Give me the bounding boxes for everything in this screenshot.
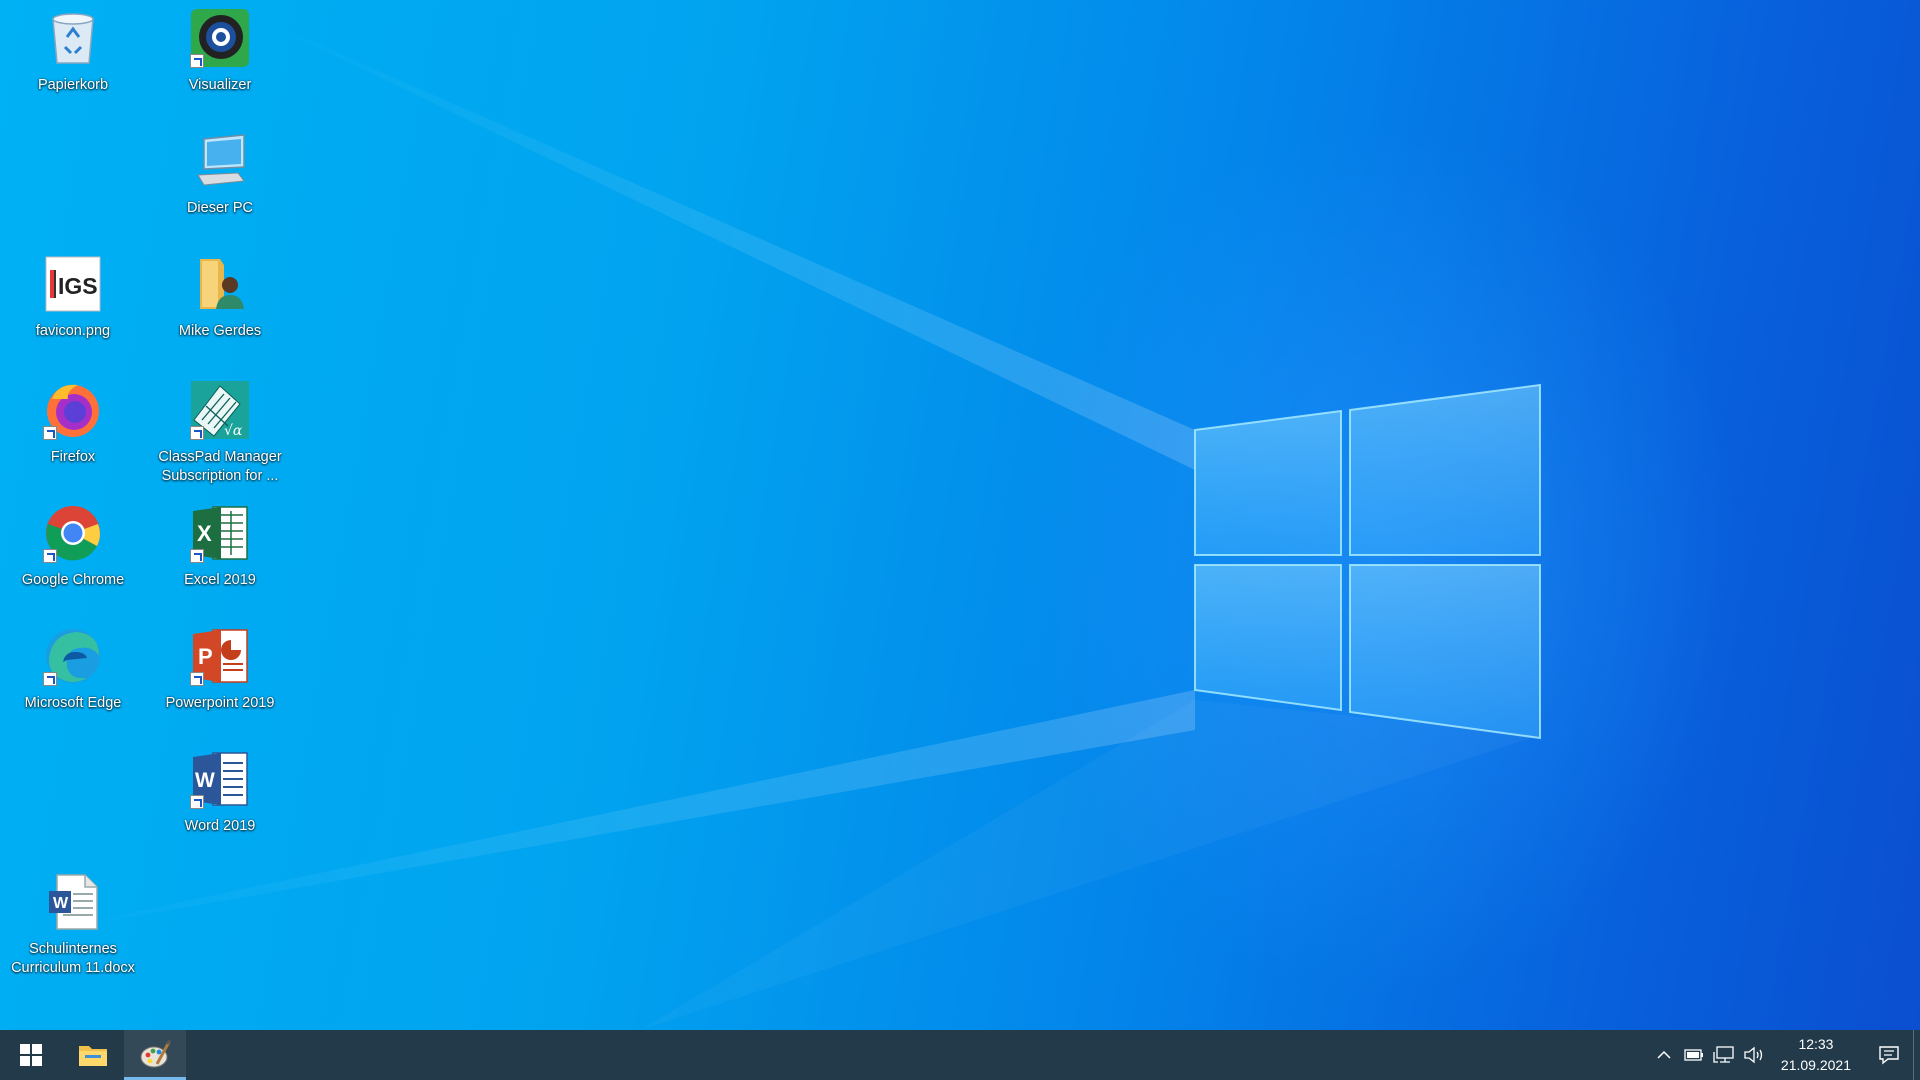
desktop-icon-dieser-pc[interactable]: Dieser PC	[150, 125, 290, 245]
volume-button[interactable]	[1739, 1030, 1769, 1080]
shortcut-arrow-icon	[190, 54, 204, 68]
powerpoint-icon: P	[188, 624, 252, 688]
battery-icon	[1684, 1049, 1703, 1061]
desktop-icon-label: Microsoft Edge	[24, 695, 122, 711]
user-folder-icon	[188, 252, 252, 316]
network-icon	[1713, 1046, 1734, 1063]
desktop-icon-classpad-manager[interactable]: √α ClassPad Manager Subscription for ...	[150, 374, 290, 494]
desktop-icon-mike-gerdes[interactable]: Mike Gerdes	[150, 248, 290, 368]
clock-date: 21.09.2021	[1780, 1057, 1851, 1073]
igs-image-icon: IGS	[41, 252, 105, 316]
battery-button[interactable]	[1679, 1030, 1709, 1080]
chevron-up-icon	[1657, 1050, 1671, 1059]
start-button[interactable]	[0, 1030, 62, 1080]
windows-logo	[1194, 383, 1541, 740]
shortcut-arrow-icon	[190, 549, 204, 563]
svg-text:X: X	[197, 521, 212, 546]
computer-icon	[188, 129, 252, 193]
desktop-icon-label: Excel 2019	[184, 572, 256, 588]
taskbar-paint[interactable]	[124, 1030, 186, 1080]
word-document-icon: W	[41, 870, 105, 934]
desktop-icon-label: favicon.png	[35, 323, 111, 339]
classpad-icon: √α	[188, 378, 252, 442]
firefox-icon	[41, 378, 105, 442]
desktop-icon-label: Papierkorb	[37, 77, 109, 93]
desktop-icon-label: Google Chrome	[21, 572, 125, 588]
chrome-icon	[41, 501, 105, 565]
desktop-icon-excel-2019[interactable]: X Excel 2019	[150, 497, 290, 617]
desktop-icon-microsoft-edge[interactable]: Microsoft Edge	[3, 620, 143, 740]
desktop-icon-powerpoint-2019[interactable]: P Powerpoint 2019	[150, 620, 290, 740]
desktop-icon-firefox[interactable]: Firefox	[3, 374, 143, 494]
edge-icon	[41, 624, 105, 688]
shortcut-arrow-icon	[190, 795, 204, 809]
svg-text:W: W	[53, 895, 69, 912]
desktop[interactable]: Papierkorb IGS favicon.png Firefox Googl…	[0, 0, 1920, 1030]
shortcut-arrow-icon	[43, 426, 57, 440]
notification-icon	[1879, 1046, 1899, 1065]
desktop-icon-favicon-png[interactable]: IGS favicon.png	[3, 248, 143, 368]
taskbar: 12:33 21.09.2021	[0, 1030, 1920, 1080]
action-center-button[interactable]	[1865, 1030, 1913, 1080]
desktop-icon-label: Schulinternes Curriculum 11.docx	[11, 941, 135, 976]
network-button[interactable]	[1709, 1030, 1739, 1080]
shortcut-arrow-icon	[43, 549, 57, 563]
shortcut-arrow-icon	[190, 426, 204, 440]
desktop-icon-visualizer[interactable]: Visualizer	[150, 2, 290, 122]
desktop-icon-label: Powerpoint 2019	[165, 695, 275, 711]
desktop-icon-papierkorb[interactable]: Papierkorb	[3, 2, 143, 122]
taskbar-file-explorer[interactable]	[62, 1030, 124, 1080]
speaker-icon	[1744, 1046, 1763, 1064]
show-desktop-button[interactable]	[1913, 1030, 1920, 1080]
svg-text:IGS: IGS	[58, 273, 98, 299]
folder-icon	[79, 1046, 107, 1066]
start-icon	[20, 1044, 42, 1066]
svg-text:√α: √α	[224, 423, 243, 439]
clock-time: 12:33	[1798, 1036, 1834, 1052]
desktop-icon-google-chrome[interactable]: Google Chrome	[3, 497, 143, 617]
desktop-icon-label: Dieser PC	[186, 200, 254, 216]
svg-text:W: W	[195, 769, 215, 792]
desktop-icon-label: Firefox	[50, 449, 96, 465]
paint-palette-icon	[140, 1040, 171, 1068]
desktop-icon-label: Word 2019	[184, 818, 256, 834]
word-icon: W	[188, 747, 252, 811]
desktop-icon-label: Mike Gerdes	[178, 323, 262, 339]
desktop-icon-schulinternes-curriculum[interactable]: W Schulinternes Curriculum 11.docx	[3, 866, 143, 986]
shortcut-arrow-icon	[43, 672, 57, 686]
show-hidden-icons-button[interactable]	[1649, 1030, 1679, 1080]
svg-text:P: P	[198, 644, 213, 669]
recycle-bin-icon	[41, 6, 105, 70]
clock[interactable]: 12:33 21.09.2021	[1769, 1034, 1865, 1076]
visualizer-icon	[188, 6, 252, 70]
desktop-icon-label: Visualizer	[188, 77, 252, 93]
shortcut-arrow-icon	[190, 672, 204, 686]
system-tray: 12:33 21.09.2021	[1649, 1030, 1920, 1080]
excel-icon: X	[188, 501, 252, 565]
desktop-icon-word-2019[interactable]: W Word 2019	[150, 743, 290, 863]
desktop-icon-label: ClassPad Manager Subscription for ...	[158, 449, 282, 484]
